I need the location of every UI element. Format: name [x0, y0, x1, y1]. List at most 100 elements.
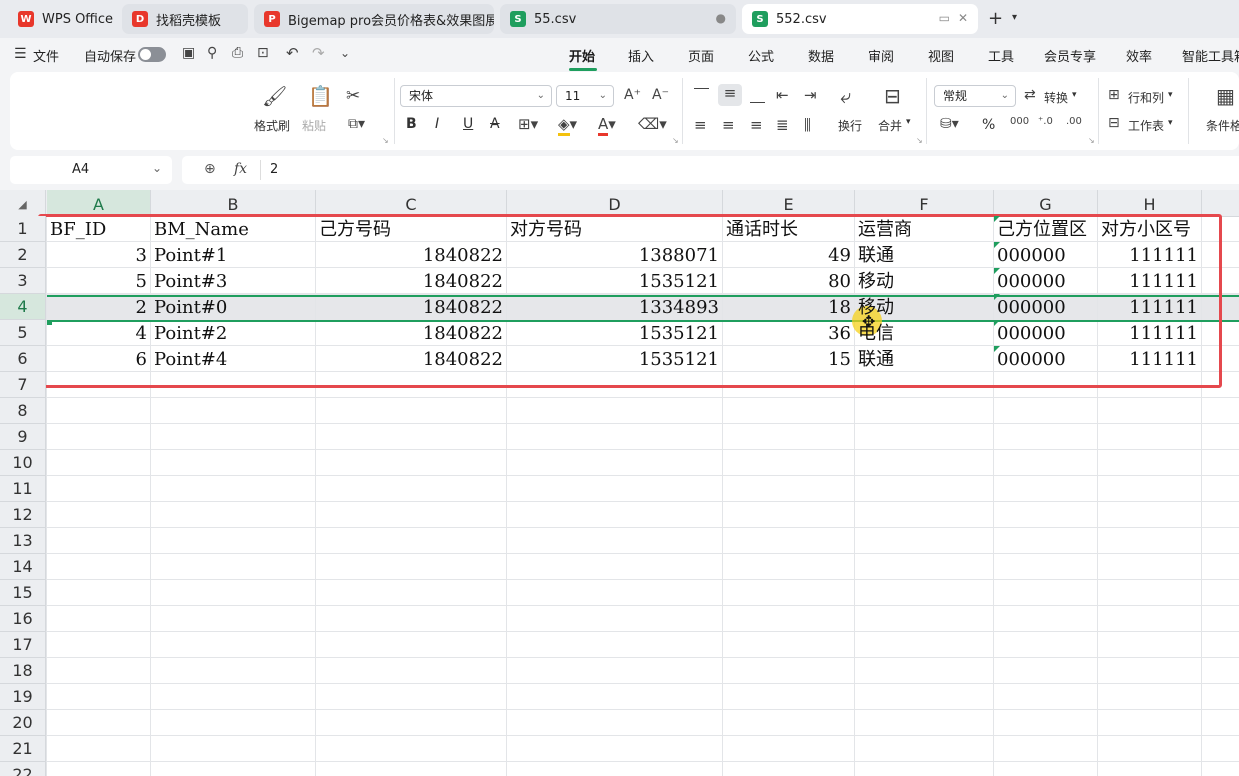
row-header[interactable]: 22: [0, 762, 46, 776]
row-header[interactable]: 10: [0, 450, 46, 476]
new-tab-icon[interactable]: +: [988, 8, 1003, 29]
menu-data[interactable]: 数据: [808, 46, 834, 65]
menu-smart-tools[interactable]: 智能工具箱: [1182, 46, 1239, 65]
table-cell[interactable]: 000000: [994, 242, 1098, 268]
currency-icon[interactable]: ⛁▾: [940, 116, 959, 132]
tab-docer[interactable]: D 找稻壳模板: [122, 4, 248, 34]
menu-review[interactable]: 审阅: [868, 46, 894, 65]
select-all-corner[interactable]: ◢: [0, 190, 46, 216]
dialog-launcher-icon[interactable]: ↘: [672, 136, 679, 145]
row-header[interactable]: 11: [0, 476, 46, 502]
table-cell[interactable]: 111111: [1098, 268, 1202, 294]
table-cell[interactable]: Point#4: [151, 346, 316, 372]
chevron-down-icon[interactable]: ▾: [1168, 118, 1173, 128]
share-icon[interactable]: ⚲: [207, 45, 217, 61]
chevron-down-icon[interactable]: ▾: [1072, 90, 1077, 100]
strikethrough-button[interactable]: A: [490, 116, 500, 132]
fill-color-icon[interactable]: ◈▾: [558, 115, 577, 136]
bold-button[interactable]: B: [406, 116, 417, 132]
table-cell[interactable]: 111111: [1098, 242, 1202, 268]
row-header[interactable]: 17: [0, 632, 46, 658]
chevron-down-icon[interactable]: ⌄: [340, 46, 350, 60]
undo-icon[interactable]: ↶: [286, 44, 299, 62]
redo-icon[interactable]: ↷: [312, 44, 325, 62]
row-header[interactable]: 16: [0, 606, 46, 632]
tab-552-csv[interactable]: S 552.csv ▭ ✕: [742, 4, 978, 34]
chevron-down-icon[interactable]: ⌄: [152, 161, 162, 175]
fx-icon[interactable]: fx: [234, 161, 247, 177]
row-header[interactable]: 21: [0, 736, 46, 762]
dialog-launcher-icon[interactable]: ↘: [916, 136, 923, 145]
table-cell[interactable]: 18: [723, 294, 855, 320]
table-cell[interactable]: Point#0: [151, 294, 316, 320]
save-icon[interactable]: ▣: [182, 45, 195, 61]
column-header-g[interactable]: G: [994, 190, 1098, 216]
chevron-down-icon[interactable]: ▾: [1168, 90, 1173, 100]
paste-label[interactable]: 粘贴: [302, 117, 326, 134]
table-cell[interactable]: 1840822: [316, 268, 507, 294]
menu-efficiency[interactable]: 效率: [1126, 46, 1152, 65]
indent-decrease-icon[interactable]: ⇤: [776, 86, 789, 104]
table-cell[interactable]: 80: [723, 268, 855, 294]
worksheet-icon[interactable]: ⊟: [1108, 115, 1120, 131]
format-painter-icon[interactable]: 🖌: [262, 84, 287, 108]
indent-increase-icon[interactable]: ⇥: [804, 86, 817, 104]
table-cell[interactable]: 111111: [1098, 320, 1202, 346]
paste-icon[interactable]: 📋: [308, 84, 333, 108]
header-cell[interactable]: 运营商: [855, 216, 994, 242]
header-cell[interactable]: 己方位置区: [994, 216, 1098, 242]
chevron-down-icon[interactable]: ▾: [1012, 12, 1017, 23]
hamburger-icon[interactable]: ☰: [14, 46, 27, 62]
menu-member[interactable]: 会员专享: [1044, 46, 1096, 65]
name-box[interactable]: A4 ⌄: [10, 156, 172, 184]
zoom-lookup-icon[interactable]: ⊕: [204, 161, 216, 177]
spreadsheet-grid[interactable]: ◢ ABCDEFGH ✥ 1 2 3 4 5 6 7 8 9 10 11 12 13 14 15 16 17 18…: [0, 190, 1239, 776]
table-cell[interactable]: 移动: [855, 268, 994, 294]
conditional-format-label[interactable]: 条件格式: [1206, 117, 1239, 134]
row-header[interactable]: 20: [0, 710, 46, 736]
conditional-format-icon[interactable]: ▦: [1216, 84, 1235, 108]
table-cell[interactable]: 1334893: [507, 294, 723, 320]
row-header[interactable]: 8: [0, 398, 46, 424]
dialog-launcher-icon[interactable]: ↘: [1088, 136, 1095, 145]
align-center-icon[interactable]: ≡: [722, 116, 735, 134]
align-top-icon[interactable]: ⎺: [694, 86, 709, 104]
table-cell[interactable]: 15: [723, 346, 855, 372]
table-cell[interactable]: 111111: [1098, 294, 1202, 320]
autosave-toggle[interactable]: [138, 47, 166, 62]
table-cell[interactable]: 3: [47, 242, 151, 268]
table-cell[interactable]: 1388071: [507, 242, 723, 268]
increase-font-icon[interactable]: A⁺: [624, 87, 641, 103]
wrap-text-label[interactable]: 换行: [838, 117, 862, 134]
table-cell[interactable]: 1535121: [507, 268, 723, 294]
table-cell[interactable]: 1840822: [316, 242, 507, 268]
table-cell[interactable]: Point#1: [151, 242, 316, 268]
table-cell[interactable]: 移动: [855, 294, 994, 320]
wrap-text-icon[interactable]: ⤶: [840, 84, 851, 108]
row-header[interactable]: 19: [0, 684, 46, 710]
column-header-e[interactable]: E: [723, 190, 855, 216]
tab-bigemap-pdf[interactable]: P Bigemap pro会员价格表&效果图展: [254, 4, 494, 34]
close-icon[interactable]: ✕: [958, 11, 968, 25]
table-cell[interactable]: 000000: [994, 268, 1098, 294]
format-painter-label[interactable]: 格式刷: [254, 117, 290, 134]
header-cell[interactable]: BF_ID: [47, 216, 151, 242]
tab-wps-office[interactable]: W WPS Office: [8, 4, 116, 34]
distribute-icon[interactable]: ⫼: [804, 116, 811, 134]
row-header[interactable]: 1: [0, 216, 46, 242]
row-header[interactable]: 7: [0, 372, 46, 398]
number-format-select[interactable]: 常规 ⌄: [934, 85, 1016, 107]
row-header[interactable]: 4: [0, 294, 46, 320]
worksheet-label[interactable]: 工作表: [1128, 117, 1164, 134]
dialog-launcher-icon[interactable]: ↘: [382, 136, 389, 145]
clear-format-icon[interactable]: ⌫▾: [638, 115, 667, 133]
table-cell[interactable]: Point#3: [151, 268, 316, 294]
border-icon[interactable]: ⊞▾: [518, 115, 538, 133]
table-cell[interactable]: 1535121: [507, 320, 723, 346]
menu-view[interactable]: 视图: [928, 46, 954, 65]
table-cell[interactable]: 36: [723, 320, 855, 346]
row-header[interactable]: 2: [0, 242, 46, 268]
row-header[interactable]: 15: [0, 580, 46, 606]
row-header[interactable]: 14: [0, 554, 46, 580]
table-cell[interactable]: 4: [47, 320, 151, 346]
